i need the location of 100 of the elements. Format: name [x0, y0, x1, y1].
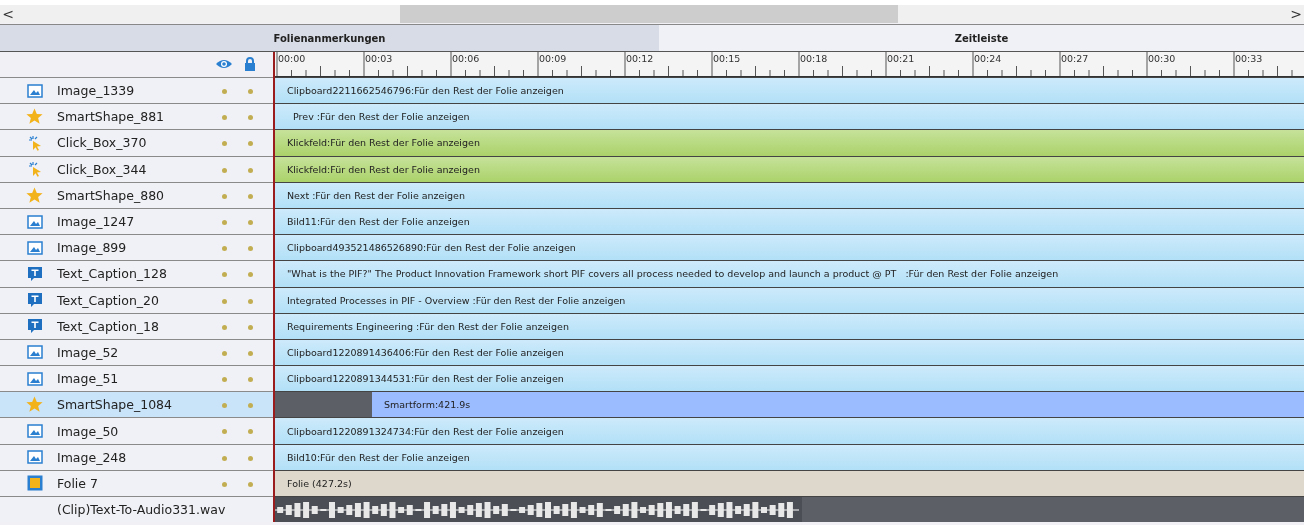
ruler-label: 00:03: [365, 53, 393, 64]
timeline-bar[interactable]: Clipboard2211662546796:Für den Rest der Folie anzeigen: [275, 78, 1304, 104]
visibility-dot-icon[interactable]: [222, 141, 227, 147]
image-icon: [26, 450, 43, 465]
lock-dot-icon[interactable]: [248, 350, 253, 356]
ruler-label: 00:18: [800, 53, 828, 64]
star-icon: [26, 396, 43, 414]
visibility-dot-icon[interactable]: [222, 298, 227, 304]
timeline-bar[interactable]: Clipboard1220891436406:Für den Rest der Folie anzeigen: [275, 339, 1304, 366]
timeline-bar[interactable]: "What is the PIF?" The Product Innovation Framework short PIF covers all process needed to develop and launch a product @ PT :Für den Rest der Folie anzeigen: [275, 261, 1304, 287]
ruler-label: 00:21: [887, 53, 915, 64]
layer-name: Image_1339: [57, 83, 135, 99]
lock-dot-icon[interactable]: [248, 324, 253, 330]
timeline-bar[interactable]: Bild10:Für den Rest der Folie anzeigen: [275, 444, 1304, 470]
ruler-label: 00:09: [539, 53, 567, 64]
lock-dot-icon[interactable]: [248, 429, 253, 435]
scroll-left-button[interactable]: <: [0, 5, 16, 23]
timeline-bar[interactable]: Clipboard493521486526890:Für den Rest der Folie anzeigen: [275, 235, 1304, 261]
layer-name: Text_Caption_20: [57, 292, 159, 308]
lock-dot-icon[interactable]: [248, 89, 253, 94]
ruler-label: 00:00: [278, 53, 306, 64]
layer-name: Folie 7: [57, 475, 98, 491]
image-icon: [26, 240, 43, 255]
layer-name: Click_Box_344: [57, 161, 147, 177]
ruler-label: 00:30: [1148, 53, 1176, 64]
text-caption-icon: [26, 292, 43, 309]
lock-dot-icon[interactable]: [248, 246, 253, 252]
visibility-dot-icon[interactable]: [222, 246, 227, 252]
timeline-bar[interactable]: Klickfeld:Für den Rest der Folie anzeigen: [275, 156, 1304, 182]
layer-name: Click_Box_370: [57, 135, 147, 151]
text-caption-icon: [26, 318, 43, 335]
layer-name: Image_1247: [57, 214, 135, 230]
image-icon: [26, 371, 43, 386]
timeline-bar[interactable]: Requirements Engineering :Für den Rest der Folie anzeigen: [275, 313, 1304, 339]
star-icon: [26, 186, 43, 204]
ruler-label: 00:12: [626, 53, 654, 64]
layer-name: Image_899: [57, 240, 127, 256]
visibility-dot-icon[interactable]: [222, 403, 227, 409]
layer-name: Image_52: [57, 344, 119, 360]
ruler-label: 00:15: [713, 53, 741, 64]
lock-dot-icon[interactable]: [248, 167, 253, 173]
visibility-dot-icon[interactable]: [222, 481, 227, 487]
layer-name: SmartShape_1084: [57, 397, 172, 413]
image-icon: [26, 214, 43, 229]
star-icon: [26, 108, 43, 126]
layer-name: Text_Caption_18: [57, 318, 159, 334]
lock-dot-icon[interactable]: [248, 141, 253, 147]
lock-dot-icon[interactable]: [248, 272, 253, 278]
timeline-bar[interactable]: Next :Für den Rest der Folie anzeigen: [275, 182, 1304, 208]
slide-icon: [26, 475, 43, 492]
timeline-bar[interactable]: Folie (427.2s): [275, 470, 1304, 496]
layer-row[interactable]: SmartShape_1084: [0, 391, 273, 418]
notes-header: Folienanmerkungen: [0, 25, 659, 51]
lock-dot-icon[interactable]: [248, 481, 253, 487]
ruler-label: 00:24: [974, 53, 1002, 64]
scroll-right-button[interactable]: >: [1288, 5, 1304, 23]
layer-name: SmartShape_881: [57, 109, 165, 125]
layer-name: SmartShape_880: [57, 187, 165, 203]
visibility-dot-icon[interactable]: [222, 324, 227, 330]
layer-name: Text_Caption_128: [57, 266, 167, 282]
text-caption-icon: [26, 265, 43, 282]
pointer-click-icon: [26, 134, 43, 151]
ruler-label: 00:27: [1061, 53, 1089, 64]
timeline-bar[interactable]: Klickfeld:Für den Rest der Folie anzeigen: [275, 130, 1304, 156]
layer-name: Image_50: [57, 423, 119, 439]
timeline-bar[interactable]: Clipboard1220891324734:Für den Rest der Folie anzeigen: [275, 418, 1304, 444]
visibility-dot-icon[interactable]: [222, 167, 227, 173]
timeline-bar[interactable]: Smartform:421.9s: [372, 392, 1304, 418]
eye-icon[interactable]: [215, 58, 233, 70]
visibility-dot-icon[interactable]: [222, 350, 227, 356]
timeline-bar[interactable]: Integrated Processes in PIF - Overview :Für den Rest der Folie anzeigen: [275, 287, 1304, 313]
image-icon: [26, 345, 43, 360]
scrollbar-thumb[interactable]: [400, 5, 898, 23]
visibility-dot-icon[interactable]: [222, 193, 227, 199]
lock-icon[interactable]: [244, 57, 256, 71]
visibility-dot-icon[interactable]: [222, 115, 227, 121]
layer-name: Image_51: [57, 371, 119, 387]
visibility-dot-icon[interactable]: [222, 455, 227, 461]
visibility-dot-icon[interactable]: [222, 377, 227, 383]
image-icon: [26, 83, 43, 98]
pointer-click-icon: [26, 161, 43, 178]
audio-bar[interactable]: [275, 497, 802, 523]
lock-dot-icon[interactable]: [248, 298, 253, 304]
timeline-bar[interactable]: Prev :Für den Rest der Folie anzeigen: [275, 104, 1304, 130]
timeline-bar[interactable]: Bild11:Für den Rest der Folie anzeigen: [275, 208, 1304, 235]
visibility-dot-icon[interactable]: [222, 272, 227, 278]
lock-dot-icon[interactable]: [248, 115, 253, 121]
timeline-bar[interactable]: Clipboard1220891344531:Für den Rest der Folie anzeigen: [275, 366, 1304, 392]
visibility-dot-icon[interactable]: [222, 219, 227, 225]
lock-dot-icon[interactable]: [248, 403, 253, 409]
lock-dot-icon[interactable]: [248, 377, 253, 383]
ruler-label: 00:06: [452, 53, 480, 64]
layer-name: Image_248: [57, 449, 127, 465]
visibility-dot-icon[interactable]: [222, 429, 227, 435]
layer-name: (Clip)Text-To-Audio331.wav: [57, 502, 226, 518]
image-icon: [26, 424, 43, 439]
visibility-dot-icon[interactable]: [222, 89, 227, 94]
lock-dot-icon[interactable]: [248, 455, 253, 461]
lock-dot-icon[interactable]: [248, 219, 253, 225]
lock-dot-icon[interactable]: [248, 193, 253, 199]
